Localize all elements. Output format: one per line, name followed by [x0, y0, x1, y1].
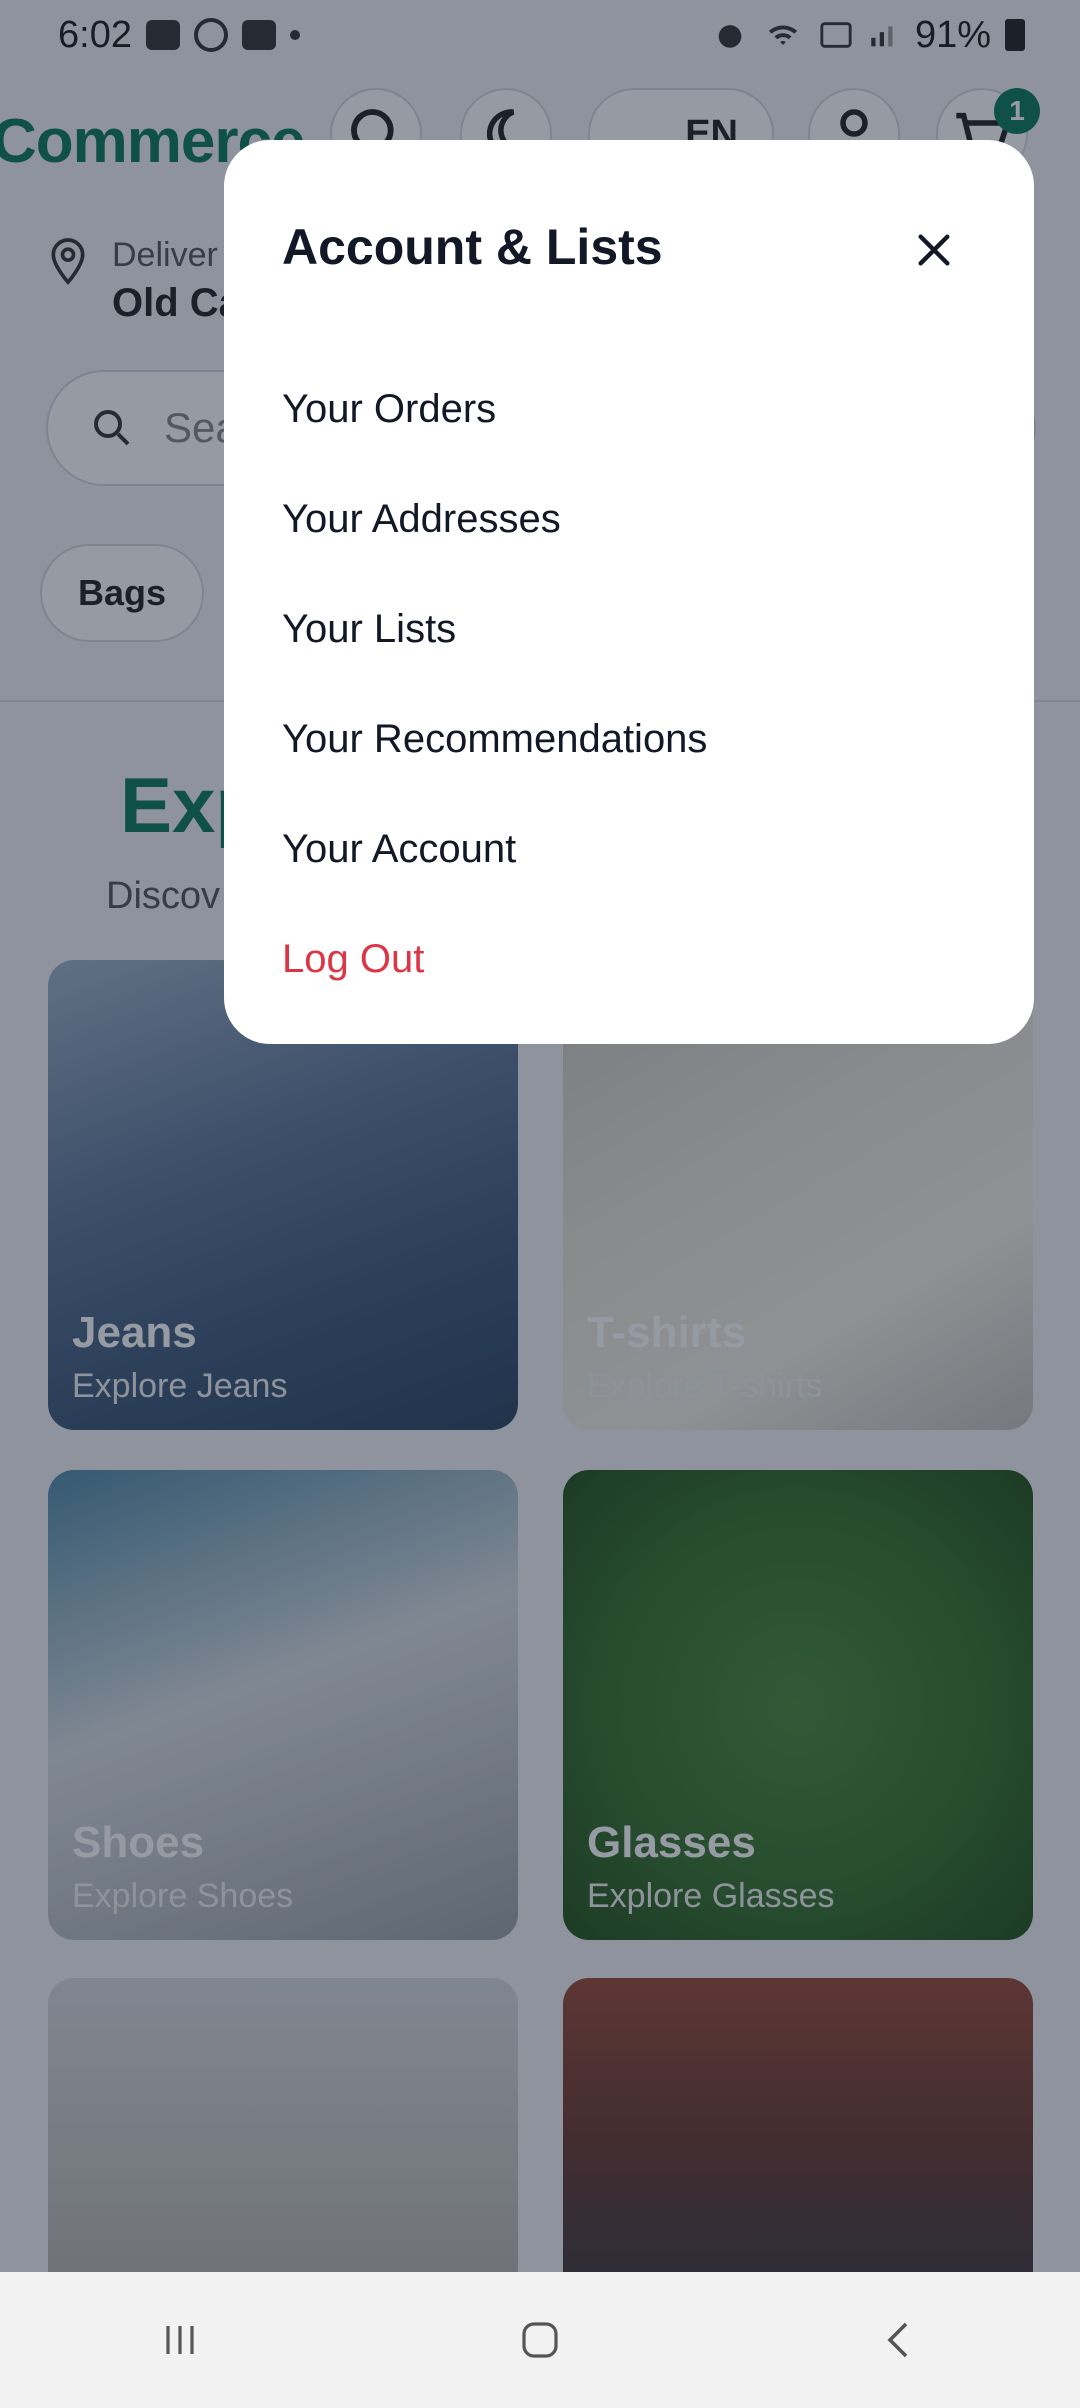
menu-item-your-account[interactable]: Your Account	[282, 794, 707, 904]
menu-item-your-recommendations[interactable]: Your Recommendations	[282, 684, 707, 794]
account-lists-modal: Account & Lists Your Orders Your Address…	[224, 140, 1034, 1044]
close-icon	[918, 234, 950, 266]
menu-item-your-orders[interactable]: Your Orders	[282, 354, 707, 464]
back-button[interactable]	[840, 2290, 960, 2390]
menu-item-log-out[interactable]: Log Out	[282, 904, 707, 1014]
account-menu: Your Orders Your Addresses Your Lists Yo…	[282, 354, 707, 1014]
modal-title: Account & Lists	[282, 219, 663, 275]
home-button[interactable]	[480, 2290, 600, 2390]
menu-item-your-lists[interactable]: Your Lists	[282, 574, 707, 684]
close-button[interactable]	[904, 220, 964, 280]
back-icon	[887, 2322, 908, 2358]
menu-item-your-addresses[interactable]: Your Addresses	[282, 464, 707, 574]
system-nav-bar	[0, 2272, 1080, 2408]
recent-apps-button[interactable]	[120, 2290, 240, 2390]
home-icon	[522, 2322, 558, 2358]
recent-apps-icon	[166, 2326, 194, 2354]
